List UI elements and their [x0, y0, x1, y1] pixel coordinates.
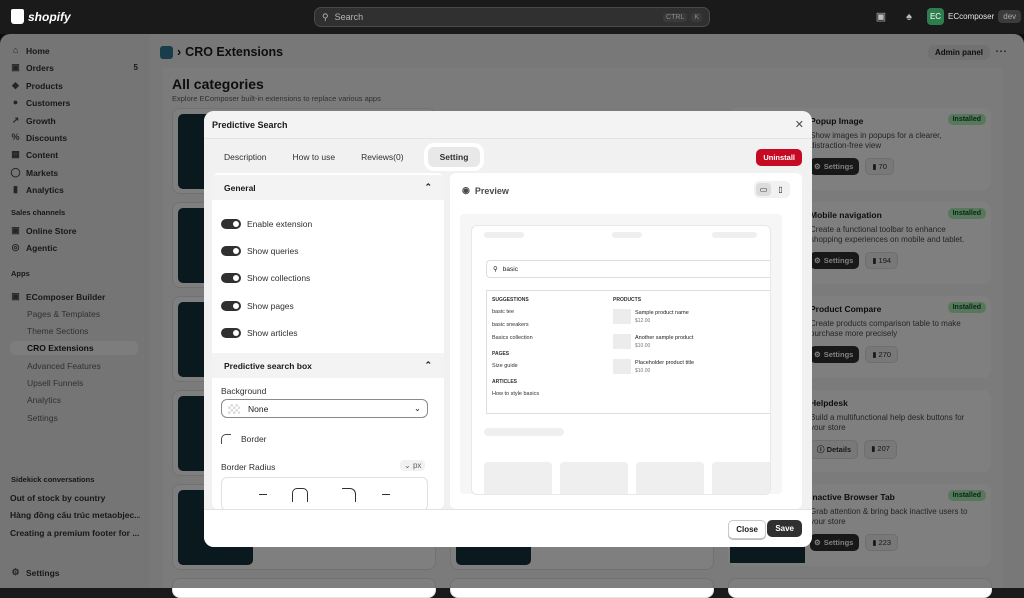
inbox-icon[interactable]: ▣	[874, 10, 888, 24]
close-icon[interactable]: ✕	[795, 118, 804, 131]
toggle-enable-extension[interactable]: Enable extension	[221, 219, 312, 229]
search-bar[interactable]: ⚲ Search CTRL K	[314, 7, 710, 27]
store-name: ECcomposer	[948, 12, 995, 21]
toggle-switch[interactable]	[221, 219, 241, 229]
radius-rounded-icon[interactable]	[292, 488, 308, 502]
border-radius-label: Border Radius	[221, 462, 276, 472]
toggle-show-pages[interactable]: Show pages	[221, 301, 294, 311]
desktop-icon[interactable]: ▭	[756, 183, 771, 196]
chevron-down-icon: ⌄	[404, 461, 413, 470]
product-thumbnail	[613, 359, 631, 374]
store-avatar: EC	[927, 8, 944, 25]
eye-icon: ◉	[462, 185, 470, 195]
toggle-show-queries[interactable]: Show queries	[221, 246, 299, 256]
preview-dropdown: SUGGESTIONS basic tee basic sneakers Bas…	[486, 290, 770, 414]
transparent-swatch	[228, 403, 240, 414]
modal-footer: Close Save	[204, 509, 812, 547]
border-icon	[221, 434, 231, 444]
toggle-show-articles[interactable]: Show articles	[221, 328, 298, 338]
modal-header: Predictive Search ✕	[204, 111, 812, 139]
preview-search-box: ⚲basic⊗	[486, 260, 770, 278]
shopify-logo[interactable]: shopify	[11, 9, 71, 24]
preview-panel: ◉Preview ▭▯ ⚲basic⊗ SUGGESTIONS basic te…	[450, 173, 802, 509]
radius-none-icon[interactable]	[259, 494, 267, 495]
shortcut-ctrl: CTRL	[663, 12, 688, 22]
preview-canvas: ⚲basic⊗ SUGGESTIONS basic tee basic snea…	[460, 214, 782, 495]
preview-frame: ⚲basic⊗ SUGGESTIONS basic tee basic snea…	[471, 225, 771, 495]
border-radius-control[interactable]	[221, 477, 428, 509]
predictive-search-modal: Predictive Search ✕ Description How to u…	[204, 111, 812, 547]
toggle-switch[interactable]	[221, 328, 241, 338]
unit-select[interactable]: ⌄ px	[400, 460, 426, 471]
background-label: Background	[221, 386, 267, 396]
mobile-icon[interactable]: ▯	[773, 183, 788, 196]
tab-description[interactable]: Description	[212, 147, 279, 167]
border-field[interactable]: Border	[221, 434, 267, 444]
radius-corner-icon[interactable]	[342, 488, 356, 502]
product-thumbnail	[613, 309, 631, 324]
predictive-search-box-accordion[interactable]: Predictive search box ⌃	[212, 353, 444, 378]
bell-icon[interactable]: ♠	[902, 10, 916, 24]
modal-tabs: Description How to use Reviews(0) Settin…	[212, 147, 481, 167]
search-placeholder: Search	[334, 12, 364, 22]
toggle-switch[interactable]	[221, 273, 241, 283]
modal-title: Predictive Search	[212, 120, 288, 130]
background-select[interactable]: None ⌄	[221, 399, 428, 418]
store-switcher[interactable]: EC ECcomposer dev	[927, 8, 1022, 25]
tab-setting[interactable]: Setting	[427, 147, 481, 167]
tab-how-to-use[interactable]: How to use	[281, 147, 348, 167]
search-icon: ⚲	[493, 266, 498, 273]
device-toggle: ▭ ▯	[754, 181, 790, 198]
top-bar: shopify ⚲ Search CTRL K ▣ ♠ EC ECcomposer…	[0, 0, 1024, 34]
chevron-down-icon: ⌄	[413, 403, 421, 413]
chevron-up-icon: ⌃	[424, 182, 432, 192]
chevron-up-icon: ⌃	[424, 360, 432, 370]
general-accordion[interactable]: General ⌃	[212, 175, 444, 200]
preview-heading: ◉ Preview	[462, 185, 509, 196]
product-thumbnail	[613, 334, 631, 349]
modal-body: Description How to use Reviews(0) Settin…	[204, 139, 812, 509]
uninstall-button[interactable]: Uninstall	[756, 149, 802, 166]
shopify-bag-icon	[11, 9, 24, 24]
close-button[interactable]: Close	[728, 520, 766, 539]
store-badge: dev	[998, 10, 1022, 23]
toggle-switch[interactable]	[221, 246, 241, 256]
search-icon: ⚲	[322, 11, 329, 22]
settings-panel: General ⌃ Enable extension Show queries S…	[212, 173, 444, 509]
save-button[interactable]: Save	[767, 520, 802, 537]
toggle-switch[interactable]	[221, 301, 241, 311]
toggle-show-collections[interactable]: Show collections	[221, 273, 310, 283]
radius-flat-icon[interactable]	[382, 494, 390, 495]
tab-reviews[interactable]: Reviews(0)	[349, 147, 416, 167]
shortcut-k: K	[691, 12, 702, 22]
